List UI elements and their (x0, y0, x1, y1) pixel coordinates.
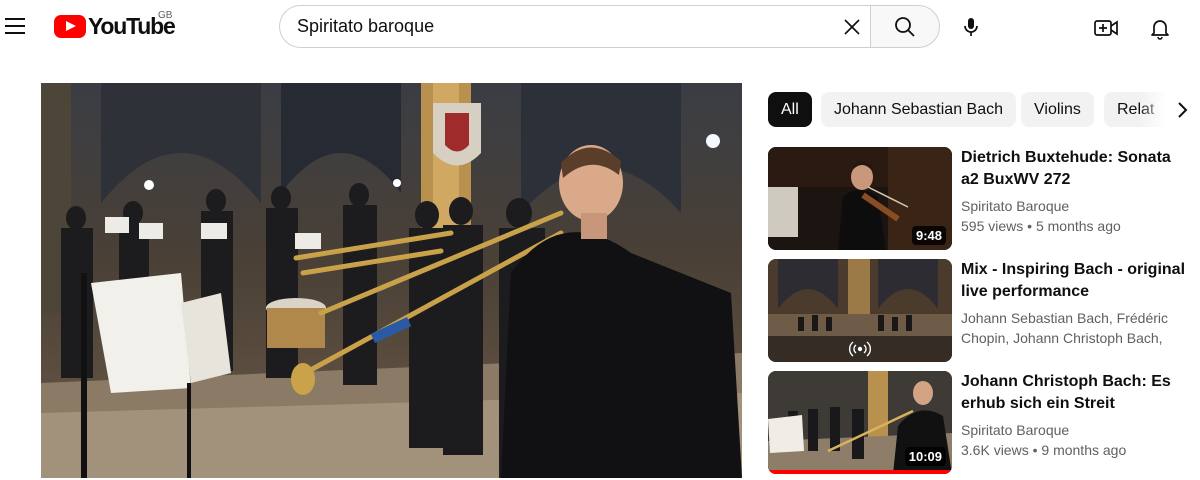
video-player[interactable] (41, 83, 742, 478)
country-code: GB (158, 10, 173, 21)
video-stats: 3.6K views • 9 months ago (961, 442, 1127, 458)
video-thumbnail[interactable]: 9:48 (768, 147, 952, 250)
chip-violins[interactable]: Violins (1021, 92, 1094, 127)
chevron-right-icon[interactable] (1168, 96, 1196, 124)
microphone-icon[interactable] (952, 8, 990, 46)
watch-progress-bar (768, 470, 952, 474)
chip-all[interactable]: All (768, 92, 812, 127)
upload-age: 9 months ago (1041, 442, 1127, 458)
search-icon (895, 16, 915, 37)
youtube-play-icon (54, 14, 86, 38)
close-icon[interactable] (836, 11, 868, 43)
video-duration: 10:09 (904, 447, 946, 466)
channel-name[interactable]: Spiritato Baroque (961, 196, 1193, 216)
masthead: YouTube GB Spiritato baroque (0, 0, 1200, 56)
search-input[interactable]: Spiritato baroque (279, 5, 871, 48)
video-title[interactable]: Johann Christoph Bach: Es erhub sich ein… (961, 371, 1193, 415)
mix-thumbnail[interactable] (768, 259, 952, 362)
video-duration: 9:48 (911, 226, 946, 245)
create-video-icon[interactable] (1088, 10, 1124, 46)
channel-name[interactable]: Spiritato Baroque (961, 420, 1193, 440)
video-title[interactable]: Dietrich Buxtehude: Sonata a2 BuxWV 272 (961, 147, 1193, 191)
upload-age: 5 months ago (1035, 218, 1121, 234)
video-meta: Dietrich Buxtehude: Sonata a2 BuxWV 272 … (961, 147, 1193, 236)
recommendation-item[interactable]: 9:48 Dietrich Buxtehude: Sonata a2 BuxWV… (768, 147, 1200, 251)
menu-icon[interactable] (2, 10, 30, 42)
bell-icon[interactable] (1142, 10, 1178, 46)
view-count: 3.6K views (961, 442, 1029, 458)
video-meta: Mix - Inspiring Bach - original live per… (961, 259, 1193, 348)
search-button[interactable] (870, 5, 940, 48)
video-stats: 595 views • 5 months ago (961, 218, 1121, 234)
search-query[interactable]: Spiritato baroque (297, 16, 434, 37)
video-thumbnail[interactable]: 10:09 (768, 371, 952, 474)
live-broadcast-icon (849, 341, 871, 357)
video-meta: Johann Christoph Bach: Es erhub sich ein… (961, 371, 1193, 460)
mix-overlay (768, 336, 952, 362)
youtube-logo[interactable]: YouTube GB (54, 10, 176, 40)
video-title[interactable]: Mix - Inspiring Bach - original live per… (961, 259, 1193, 303)
filter-chips: All Johann Sebastian Bach Violins Relat (768, 92, 1200, 128)
recommendation-item[interactable]: Mix - Inspiring Bach - original live per… (768, 259, 1200, 363)
view-count: 595 views (961, 218, 1024, 234)
chip-johann-sebastian-bach[interactable]: Johann Sebastian Bach (821, 92, 1017, 127)
recommendation-item[interactable]: 10:09 Johann Christoph Bach: Es erhub si… (768, 371, 1200, 475)
channel-name[interactable]: Johann Sebastian Bach, Frédéric Chopin, … (961, 308, 1193, 348)
